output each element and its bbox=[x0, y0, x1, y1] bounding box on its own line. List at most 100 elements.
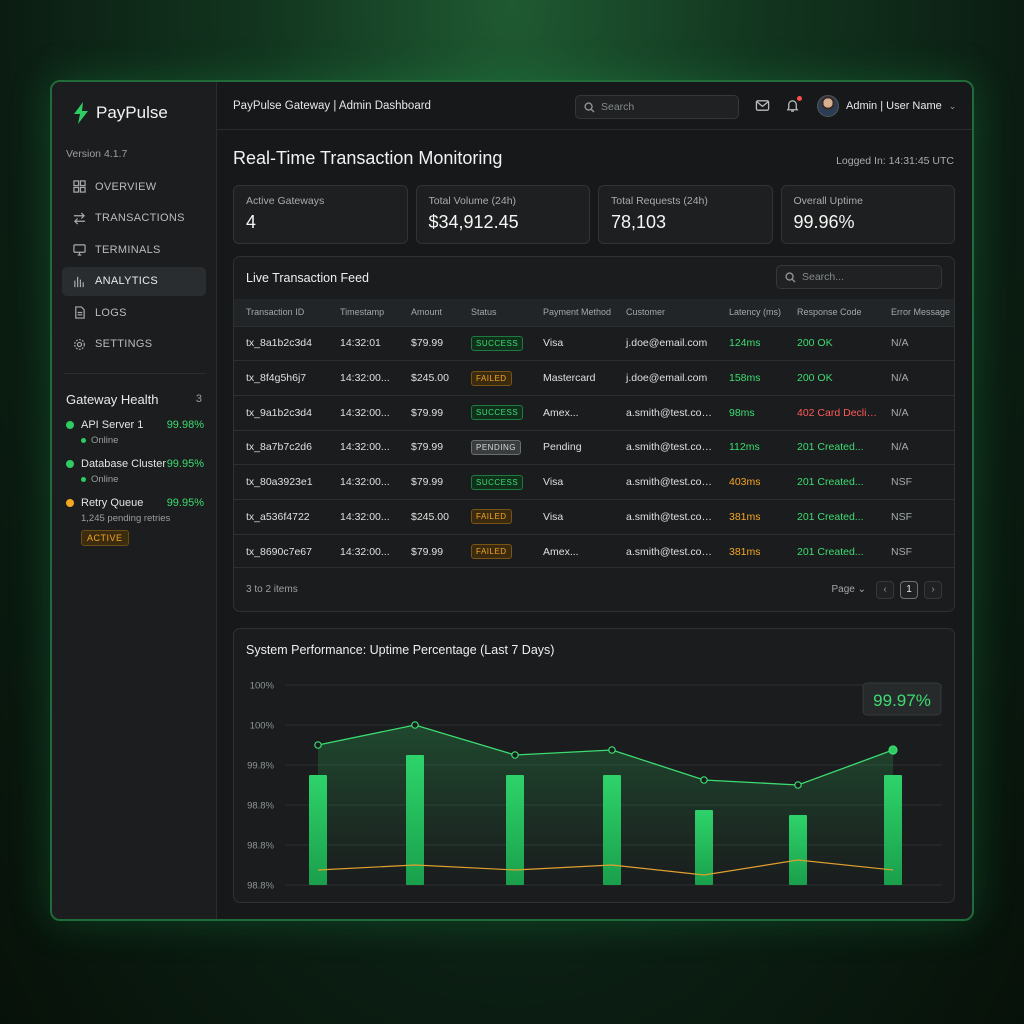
feed-search-input[interactable] bbox=[802, 271, 922, 283]
status-badge: FAILED bbox=[471, 509, 512, 525]
stat-card-overall-uptime[interactable]: Overall Uptime 99.96% bbox=[780, 185, 955, 244]
column-header[interactable]: Error Message bbox=[879, 299, 954, 326]
stat-label: Overall Uptime bbox=[793, 195, 863, 207]
y-tick-label: 100% bbox=[250, 681, 275, 692]
search-input[interactable] bbox=[601, 101, 721, 113]
y-tick-label: 98.8% bbox=[247, 801, 274, 812]
status-dot-icon bbox=[66, 498, 74, 507]
lightning-logo-icon bbox=[74, 102, 88, 124]
prev-page-button[interactable]: ‹ bbox=[876, 580, 894, 599]
sidebar-item-label: TERMINALS bbox=[95, 243, 161, 256]
page-title: Real-Time Transaction Monitoring bbox=[233, 148, 503, 168]
latency-cell: 381ms bbox=[717, 533, 785, 569]
feed-search[interactable] bbox=[776, 265, 942, 289]
gateway-health-header: Gateway Health 3 bbox=[52, 384, 216, 407]
amount-cell: $245.00 bbox=[399, 498, 459, 535]
transaction-id-cell: tx_8a7b7c2d6 bbox=[234, 429, 328, 465]
sidebar-item-label: SETTINGS bbox=[95, 338, 153, 350]
error-message-cell: NSF bbox=[879, 533, 954, 569]
column-header[interactable]: Payment Method bbox=[531, 299, 614, 326]
timestamp-cell: 14:32:00... bbox=[328, 360, 399, 396]
table-row[interactable]: tx_8f4g5h6j7 14:32:00... $245.00 FAILED Mast… bbox=[234, 360, 954, 396]
response-code-cell: 201 Created... bbox=[785, 464, 879, 500]
global-search[interactable] bbox=[575, 95, 739, 119]
status-badge: ACTIVE bbox=[81, 529, 129, 546]
next-page-button[interactable]: › bbox=[924, 580, 942, 599]
customer-cell: a.smith@test.com... bbox=[614, 533, 717, 569]
latency-cell: 158ms bbox=[717, 360, 785, 396]
table-header: Transaction ID Timestamp Amount Status Payme… bbox=[234, 299, 954, 326]
sidebar-item-analytics[interactable]: ANALYTICS bbox=[62, 266, 206, 296]
gateway-health-item[interactable]: Database Cluster 99.95% Online bbox=[66, 458, 204, 485]
customer-cell: j.doe@email.com bbox=[614, 360, 717, 396]
gateway-health-item[interactable]: Retry Queue 99.95% 1,245 pending retries… bbox=[66, 497, 204, 546]
column-header[interactable]: Transaction ID bbox=[234, 299, 328, 326]
sidebar-item-label: ANALYTICS bbox=[95, 275, 159, 287]
column-header[interactable]: Response Code bbox=[785, 299, 879, 326]
status-badge: PENDING bbox=[471, 439, 521, 455]
uptime-bar bbox=[506, 775, 524, 885]
transaction-id-cell: tx_8a1b2c3d4 bbox=[234, 325, 328, 361]
transaction-id-cell: tx_8690c7e67 bbox=[234, 533, 328, 569]
column-header[interactable]: Customer bbox=[614, 299, 717, 326]
gateway-uptime: 99.98% bbox=[166, 418, 204, 431]
amount-cell: $245.00 bbox=[399, 360, 459, 396]
table-row[interactable]: tx_8690c7e67 14:32:00... $79.99 FAILED Amex.… bbox=[234, 533, 954, 569]
transaction-id-cell: tx_a536f4722 bbox=[234, 498, 328, 535]
table-row[interactable]: tx_80a3923e1 14:32:00... $79.99 SUCCESS Visa… bbox=[234, 464, 954, 500]
page-size-select[interactable]: Page ⌄ bbox=[831, 584, 866, 595]
user-name: Admin | User Name bbox=[846, 100, 942, 112]
notification-dot-icon bbox=[797, 96, 802, 101]
gateway-status-text: 1,245 pending retries bbox=[81, 512, 171, 524]
user-menu[interactable]: Admin | User Name ⌄ bbox=[817, 95, 956, 117]
chevron-down-icon: ⌄ bbox=[857, 584, 866, 595]
page-number-button[interactable]: 1 bbox=[900, 580, 918, 599]
y-tick-label: 100% bbox=[250, 721, 275, 732]
transaction-table: Transaction ID Timestamp Amount Status Payme… bbox=[234, 299, 954, 569]
error-message-cell: NSF bbox=[879, 498, 954, 535]
latency-cell: 403ms bbox=[717, 464, 785, 500]
table-row[interactable]: tx_9a1b2c3d4 14:32:00... $79.99 SUCCESS Amex… bbox=[234, 394, 954, 431]
y-tick-label: 98.8% bbox=[247, 841, 274, 852]
column-header[interactable]: Latency (ms) bbox=[717, 299, 785, 326]
y-tick-label: 99.8% bbox=[247, 761, 274, 772]
gateway-health-list: API Server 1 99.98% Online Database Clus… bbox=[52, 407, 216, 546]
stat-value: $34,912.45 bbox=[428, 212, 519, 232]
latency-cell: 124ms bbox=[717, 325, 785, 361]
status-cell: SUCCESS bbox=[459, 325, 531, 361]
sidebar-item-settings[interactable]: SETTINGS bbox=[62, 330, 206, 359]
feed-header: Live Transaction Feed bbox=[234, 257, 954, 299]
sidebar-item-transactions[interactable]: TRANSACTIONS bbox=[62, 204, 206, 233]
stat-card-active-gateways[interactable]: Active Gateways 4 bbox=[233, 185, 408, 244]
table-row[interactable]: tx_8a1b2c3d4 14:32:01 $79.99 SUCCESS Visa j.d… bbox=[234, 325, 954, 361]
feed-title: Live Transaction Feed bbox=[246, 271, 369, 285]
amount-cell: $79.99 bbox=[399, 429, 459, 465]
gateway-health-item[interactable]: API Server 1 99.98% Online bbox=[66, 419, 204, 446]
gateway-health-title: Gateway Health bbox=[66, 391, 159, 407]
sidebar-item-logs[interactable]: LOGS bbox=[62, 298, 206, 327]
sidebar-item-overview[interactable]: OVERVIEW bbox=[62, 172, 206, 201]
bar-chart-icon bbox=[72, 274, 86, 288]
sidebar-item-terminals[interactable]: TERMINALS bbox=[62, 235, 206, 264]
error-message-cell: NSF bbox=[879, 464, 954, 500]
version-label: Version 4.1.7 bbox=[66, 148, 128, 160]
gateway-status-text: Online bbox=[91, 434, 119, 446]
column-header[interactable]: Timestamp bbox=[328, 299, 399, 326]
column-header[interactable]: Amount bbox=[399, 299, 459, 326]
bell-icon[interactable] bbox=[785, 96, 802, 114]
timestamp-cell: 14:32:01 bbox=[328, 325, 399, 361]
y-tick-label: 98.8% bbox=[247, 881, 274, 892]
uptime-bar bbox=[603, 775, 621, 885]
stat-card-total-volume[interactable]: Total Volume (24h) $34,912.45 bbox=[415, 185, 590, 244]
table-row[interactable]: tx_8a7b7c2d6 14:32:00... $79.99 PENDING Pend… bbox=[234, 429, 954, 465]
status-badge: SUCCESS bbox=[471, 335, 524, 351]
latency-cell: 381ms bbox=[717, 498, 785, 535]
brand[interactable]: PayPulse bbox=[52, 82, 216, 130]
column-header[interactable]: Status bbox=[459, 299, 531, 326]
mail-icon[interactable] bbox=[755, 98, 771, 114]
stat-card-total-requests[interactable]: Total Requests (24h) 78,103 bbox=[598, 185, 773, 244]
uptime-bar bbox=[789, 815, 807, 885]
search-icon bbox=[584, 101, 595, 113]
table-row[interactable]: tx_a536f4722 14:32:00... $245.00 FAILED Visa… bbox=[234, 498, 954, 535]
uptime-point bbox=[608, 746, 616, 754]
